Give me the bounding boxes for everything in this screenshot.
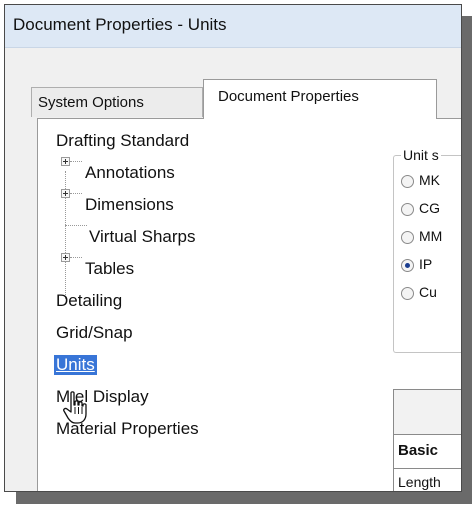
tree-item-drafting-standard[interactable]: Drafting Standard — [56, 131, 189, 151]
tab-document-properties[interactable]: Document Properties — [203, 79, 437, 119]
tree-item-detailing[interactable]: Detailing — [56, 291, 122, 311]
tree-guide-line — [70, 193, 82, 194]
radio-mmgs[interactable] — [401, 231, 414, 244]
expand-icon[interactable] — [61, 157, 70, 166]
radio-label-ips: IP — [419, 256, 433, 272]
table-divider — [394, 468, 461, 469]
radio-ips[interactable] — [401, 259, 414, 272]
window-title: Document Properties - Units — [13, 15, 227, 34]
radio-custom[interactable] — [401, 287, 414, 300]
tree-guide-line — [65, 225, 87, 226]
tree-item-dimensions[interactable]: Dimensions — [85, 195, 174, 215]
radio-label-mks: MK — [419, 172, 440, 188]
expand-icon[interactable] — [61, 253, 70, 262]
radio-mks[interactable] — [401, 175, 414, 188]
tree-item-virtual-sharps[interactable]: Virtual Sharps — [89, 227, 195, 247]
tree-item-annotations[interactable]: Annotations — [85, 163, 175, 183]
tree-item-units[interactable]: Units — [54, 355, 97, 375]
units-table-length-cell[interactable]: Length — [398, 474, 441, 490]
hand-cursor-icon — [63, 391, 87, 424]
tree-guide-line — [70, 161, 82, 162]
units-table-header — [394, 390, 461, 435]
radio-label-custom: Cu — [419, 284, 437, 300]
tab-system-options[interactable]: System Options — [31, 87, 203, 117]
radio-cgs[interactable] — [401, 203, 414, 216]
units-table-basic-header: Basic — [398, 442, 439, 459]
document-properties-dialog: Document Properties - Units System Optio… — [4, 4, 462, 492]
expand-icon[interactable] — [61, 189, 70, 198]
tree-item-tables[interactable]: Tables — [85, 259, 134, 279]
units-table: Basic Length — [393, 389, 461, 491]
tree-guide-line — [70, 257, 82, 258]
radio-label-mmgs: MM — [419, 228, 443, 244]
tree-item-grid-snap[interactable]: Grid/Snap — [56, 323, 133, 343]
unit-system-label: Unit s — [401, 147, 441, 163]
radio-label-cgs: CG — [419, 200, 440, 216]
properties-tree: Drafting Standard Annotations Dimensions… — [37, 118, 383, 491]
title-bar: Document Properties - Units — [5, 5, 461, 48]
